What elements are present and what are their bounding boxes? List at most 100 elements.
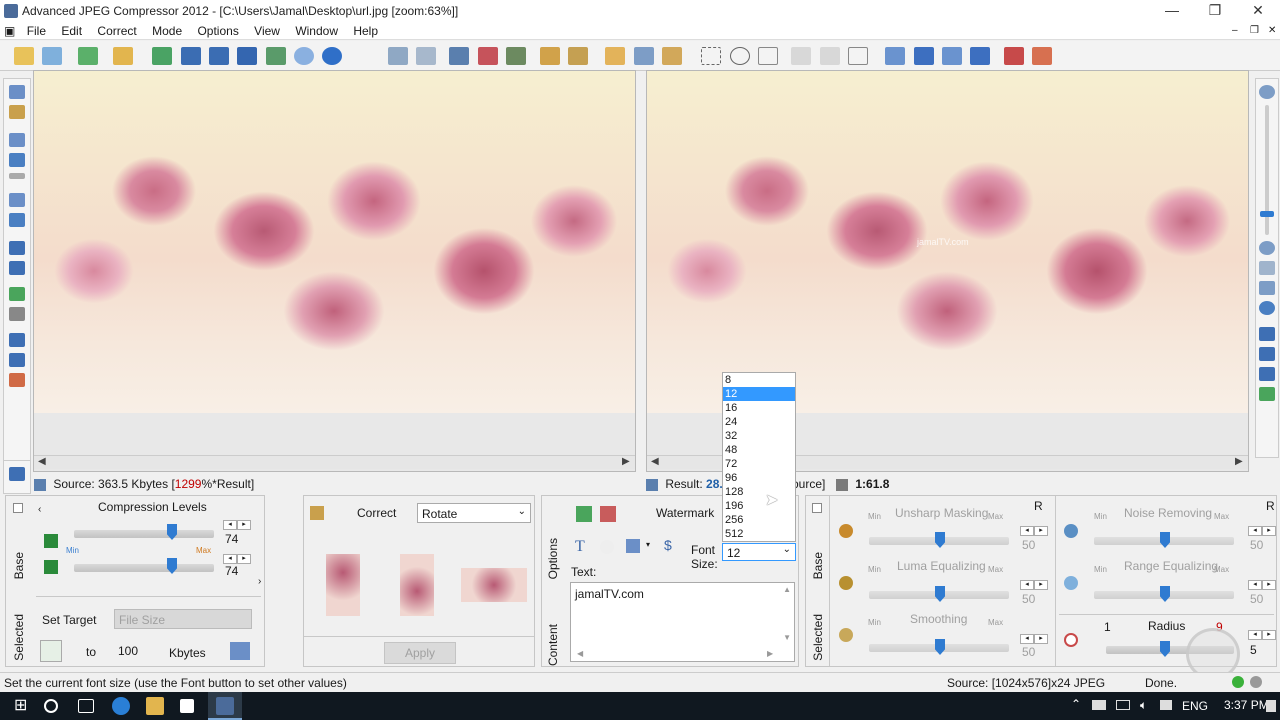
- layout-vertical-icon[interactable]: [941, 47, 962, 65]
- reset-label-1[interactable]: R: [1034, 499, 1043, 513]
- copy-icon[interactable]: [387, 47, 408, 65]
- smoothing-value[interactable]: 50: [1022, 645, 1035, 659]
- text-tool-icon[interactable]: T: [575, 538, 585, 556]
- batch-icon[interactable]: [265, 47, 286, 65]
- watermark-text-area[interactable]: jamalTV.com ▲ ▼ ◀ ▶: [570, 582, 795, 662]
- expand-right-icon[interactable]: ›: [258, 576, 261, 587]
- radius-icon[interactable]: [1064, 633, 1078, 647]
- font-size-option[interactable]: 24: [723, 415, 795, 429]
- range-value[interactable]: 50: [1250, 592, 1263, 606]
- jpeg-compressor-taskbar-icon[interactable]: [216, 697, 234, 715]
- menu-options[interactable]: Options: [191, 22, 244, 40]
- range-thumb[interactable]: [1160, 586, 1170, 602]
- noise-icon[interactable]: [1064, 524, 1078, 538]
- tool-3-icon[interactable]: [9, 133, 25, 147]
- compression-value-1[interactable]: 74: [225, 532, 238, 546]
- zoom-in-icon[interactable]: [1259, 85, 1275, 99]
- tool-14-icon[interactable]: [9, 373, 25, 387]
- edit-icon[interactable]: [539, 47, 560, 65]
- hand-icon[interactable]: [605, 47, 626, 65]
- histogram-2-icon[interactable]: [9, 307, 25, 321]
- maximize-button[interactable]: ❐: [1193, 0, 1237, 22]
- search-icon[interactable]: [44, 699, 58, 713]
- red-eye-icon[interactable]: [477, 47, 498, 65]
- layout-horizontal-icon[interactable]: [913, 47, 934, 65]
- color-icon[interactable]: [600, 540, 614, 554]
- pan-icon[interactable]: [661, 47, 682, 65]
- watermark-add-icon[interactable]: [576, 506, 592, 522]
- tab-selected[interactable]: Selected: [811, 614, 825, 661]
- view-2-icon[interactable]: [1259, 347, 1275, 361]
- radius-value[interactable]: 5: [1250, 643, 1257, 657]
- text-scroll-down-icon[interactable]: ▼: [783, 633, 791, 642]
- close-button[interactable]: ✕: [1236, 0, 1280, 22]
- panel-close-box[interactable]: [812, 503, 822, 513]
- spin[interactable]: ◂: [1248, 526, 1262, 536]
- font-size-option[interactable]: 48: [723, 443, 795, 457]
- zoom-fit-icon[interactable]: [1259, 261, 1275, 275]
- export-icon[interactable]: [152, 47, 173, 65]
- notifications-icon[interactable]: [1266, 700, 1276, 712]
- font-size-option-selected[interactable]: 12: [723, 387, 795, 401]
- fit-icon[interactable]: [1032, 47, 1052, 65]
- source-image-pane[interactable]: ◀ ▶: [33, 70, 636, 472]
- text-scroll-left-icon[interactable]: ◀: [577, 649, 583, 658]
- spin[interactable]: ▸: [1262, 580, 1276, 590]
- scroll-right-icon[interactable]: ▶: [1235, 456, 1243, 467]
- file-explorer-icon[interactable]: [146, 697, 164, 715]
- pencil-icon[interactable]: [567, 47, 588, 65]
- smoothing-icon[interactable]: [839, 628, 853, 642]
- save-as-icon[interactable]: [209, 47, 230, 65]
- compression-value-2[interactable]: 74: [225, 564, 238, 578]
- watermark-text-value[interactable]: jamalTV.com: [575, 587, 644, 601]
- lasso-icon[interactable]: [757, 47, 778, 65]
- align-icon[interactable]: [626, 539, 640, 553]
- menu-window[interactable]: Window: [289, 22, 344, 40]
- tray-volume-icon[interactable]: 🔈︎: [1140, 698, 1147, 713]
- menu-mode[interactable]: Mode: [146, 22, 188, 40]
- font-size-option[interactable]: 16: [723, 401, 795, 415]
- layout-tile-icon[interactable]: [970, 47, 991, 65]
- tray-network-icon[interactable]: [1092, 700, 1106, 710]
- info-icon[interactable]: [294, 47, 315, 65]
- spin-right-2[interactable]: ▸: [237, 554, 251, 564]
- font-size-option[interactable]: 196: [723, 499, 795, 513]
- unsharp-value[interactable]: 50: [1022, 538, 1035, 552]
- font-size-option[interactable]: 128: [723, 485, 795, 499]
- noise-value[interactable]: 50: [1250, 538, 1263, 552]
- spin[interactable]: ◂: [1020, 526, 1034, 536]
- target-apply-icon[interactable]: [40, 640, 62, 662]
- luma-eq-icon[interactable]: [839, 576, 853, 590]
- radius-thumb[interactable]: [1160, 641, 1170, 657]
- luma-value[interactable]: 50: [1022, 592, 1035, 606]
- compression-slider-chroma[interactable]: [74, 564, 214, 572]
- folder-menu-icon[interactable]: [113, 47, 134, 65]
- zoom-slider[interactable]: [1260, 105, 1274, 235]
- select-add-icon[interactable]: [791, 47, 812, 65]
- unsharp-thumb[interactable]: [935, 532, 945, 548]
- compression-slider-luma[interactable]: [74, 530, 214, 538]
- tool-6-icon[interactable]: [9, 193, 25, 207]
- tool-7-icon[interactable]: [9, 213, 25, 227]
- apply-button[interactable]: Apply: [384, 642, 456, 664]
- text-scroll-right-icon[interactable]: ▶: [767, 649, 773, 658]
- rect-select-icon[interactable]: [701, 47, 722, 65]
- tool-5-icon[interactable]: [9, 173, 25, 179]
- spin-right-1[interactable]: ▸: [237, 520, 251, 530]
- spin[interactable]: ◂: [1020, 634, 1034, 644]
- noise-thumb[interactable]: [1160, 532, 1170, 548]
- spin[interactable]: ◂: [1248, 580, 1262, 590]
- tab-base[interactable]: Base: [12, 552, 26, 579]
- unsharp-icon[interactable]: [839, 524, 853, 538]
- spin[interactable]: ▸: [1262, 630, 1276, 640]
- tab-content[interactable]: Content: [546, 624, 560, 666]
- tray-language[interactable]: ENG: [1182, 699, 1208, 713]
- correct-select[interactable]: Rotate ⌄: [417, 503, 531, 523]
- crop-icon[interactable]: [449, 47, 470, 65]
- zoom-actual-icon[interactable]: [1259, 281, 1275, 295]
- panel-close-box[interactable]: [13, 503, 23, 513]
- luma-thumb[interactable]: [935, 586, 945, 602]
- tool-15-icon[interactable]: [9, 467, 25, 481]
- task-view-icon[interactable]: [78, 699, 94, 713]
- eye-icon[interactable]: [506, 47, 527, 65]
